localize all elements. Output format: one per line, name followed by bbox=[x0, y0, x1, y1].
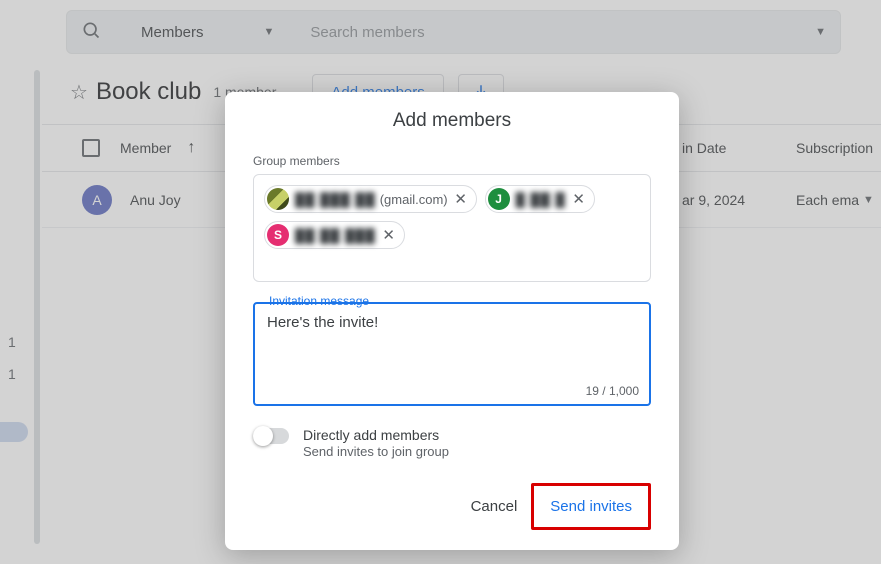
remove-chip-icon[interactable]: ✕ bbox=[452, 190, 470, 208]
dialog-actions: Cancel Send invites bbox=[253, 483, 651, 530]
chip-name: ██ ███ ██ bbox=[295, 192, 376, 207]
chip-name: █ ██ █ bbox=[516, 192, 566, 207]
avatar bbox=[267, 188, 289, 210]
send-invites-button[interactable]: Send invites bbox=[538, 490, 644, 523]
member-chip: ██ ███ ██ (gmail.com) ✕ bbox=[264, 185, 477, 213]
chip-suffix: (gmail.com) bbox=[380, 192, 448, 207]
toggle-title: Directly add members bbox=[303, 426, 449, 444]
member-chip: J █ ██ █ ✕ bbox=[485, 185, 595, 213]
invitation-message-field: Invitation message Here's the invite! 19… bbox=[253, 302, 651, 406]
cancel-button[interactable]: Cancel bbox=[461, 490, 528, 523]
remove-chip-icon[interactable]: ✕ bbox=[570, 190, 588, 208]
add-members-dialog: Add members Group members ██ ███ ██ (gma… bbox=[225, 92, 679, 550]
directly-add-toggle-row: Directly add members Send invites to joi… bbox=[253, 426, 651, 461]
avatar: J bbox=[488, 188, 510, 210]
char-counter: 19 / 1,000 bbox=[586, 384, 639, 398]
toggle-subtitle: Send invites to join group bbox=[303, 444, 449, 461]
member-chip: S ██ ██ ███ ✕ bbox=[264, 221, 405, 249]
directly-add-toggle[interactable] bbox=[253, 428, 289, 444]
highlight-box: Send invites bbox=[531, 483, 651, 530]
group-members-label: Group members bbox=[253, 154, 651, 168]
remove-chip-icon[interactable]: ✕ bbox=[380, 226, 398, 244]
avatar: S bbox=[267, 224, 289, 246]
dialog-title: Add members bbox=[253, 110, 651, 132]
group-members-input[interactable]: ██ ███ ██ (gmail.com) ✕ J █ ██ █ ✕ S ██ … bbox=[253, 174, 651, 282]
invitation-textarea[interactable]: Here's the invite! 19 / 1,000 bbox=[253, 302, 651, 406]
chip-name: ██ ██ ███ bbox=[295, 228, 376, 243]
